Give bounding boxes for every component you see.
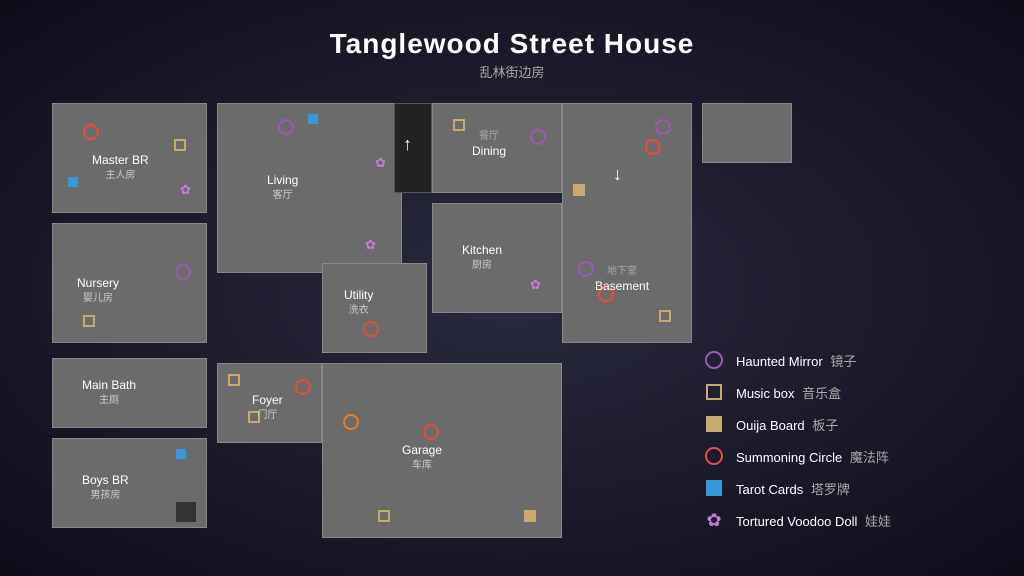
legend-summoning-circle: Summoning Circle 魔法阵: [702, 444, 982, 468]
dark-square-boys: [176, 502, 196, 522]
subtitle: 乱林街边房: [32, 62, 992, 81]
title-area: Tanglewood Street House 乱林街边房: [32, 28, 992, 81]
label-kitchen: Utility Kitchen厨房: [462, 243, 502, 272]
voodoo-icon-living2: ✿: [365, 236, 381, 252]
label-boys-br: Boys BR男孩房: [82, 473, 129, 502]
legend-voodoo-doll: ✿ Tortured Voodoo Doll 娃娃: [702, 508, 982, 532]
legend-tarot-label: Tarot Cards 塔罗牌: [736, 479, 850, 498]
legend-voodoo-icon: ✿: [702, 508, 726, 532]
legend-haunted-mirror-label: Haunted Mirror 镜子: [736, 351, 856, 370]
arrow-up-icon: ↑: [403, 134, 412, 155]
label-master-br: Master BR 主人房: [92, 153, 149, 182]
room-nursery: [52, 223, 207, 343]
label-basement: 地下室 Basement: [595, 263, 649, 294]
room-extra-right: [702, 103, 792, 163]
haunted-mirror-basement-bottom: [578, 261, 594, 277]
label-foyer: Foyer门厅: [252, 393, 283, 422]
summoning-foyer: [295, 379, 311, 395]
map-area: ✿ Master BR 主人房 Nursery 婴儿房: [42, 93, 632, 543]
summoning-basement-top: [645, 139, 661, 155]
legend-music-box-icon: [702, 380, 726, 404]
music-box-foyer: [228, 374, 240, 386]
legend-haunted-mirror: Haunted Mirror 镜子: [702, 348, 982, 372]
orange-left-garage: [343, 414, 359, 430]
legend: Haunted Mirror 镜子 Music box 音乐盒 Ouija Bo…: [702, 348, 982, 540]
ouija-garage: [524, 510, 536, 522]
arrow-down-icon: ↓: [613, 164, 622, 185]
legend-ouija-board: Ouija Board 板子: [702, 412, 982, 436]
legend-music-box-label: Music box 音乐盒: [736, 383, 841, 402]
room-living: ✿ ✿: [217, 103, 402, 273]
music-box-icon-nursery: [83, 315, 95, 327]
summoning-utility: [363, 321, 379, 337]
voodoo-icon-living: ✿: [375, 154, 391, 170]
summoning-garage: [423, 424, 439, 440]
haunted-mirror-living: [278, 119, 294, 135]
legend-ouija-label: Ouija Board 板子: [736, 415, 838, 434]
music-box-dining: [453, 119, 465, 131]
tarot-icon-living: [308, 114, 318, 124]
room-utility: [322, 263, 427, 353]
label-utility: Utility洗衣: [344, 288, 373, 317]
content-box: Tanglewood Street House 乱林街边房 ✿ Master B…: [32, 18, 992, 558]
legend-haunted-mirror-icon: [702, 348, 726, 372]
legend-summoning-icon: [702, 444, 726, 468]
voodoo-icon-master: ✿: [180, 181, 196, 197]
haunted-mirror-dining: [530, 129, 546, 145]
legend-music-box: Music box 音乐盒: [702, 380, 982, 404]
label-nursery: Nursery 婴儿房: [77, 276, 119, 305]
voodoo-icon-kitchen: ✿: [530, 276, 546, 292]
music-box-basement: [659, 310, 671, 322]
room-boys-br: [52, 438, 207, 528]
haunted-mirror-icon-nursery: [175, 264, 191, 280]
tarot-boys: [176, 449, 186, 459]
main-container: Tanglewood Street House 乱林街边房 ✿ Master B…: [0, 0, 1024, 576]
haunted-mirror-basement-top: [655, 119, 671, 135]
label-living: Living 客厅: [267, 173, 298, 202]
ouija-basement: [573, 184, 585, 196]
legend-voodoo-label: Tortured Voodoo Doll 娃娃: [736, 511, 891, 530]
legend-tarot-cards: Tarot Cards 塔罗牌: [702, 476, 982, 500]
legend-summoning-label: Summoning Circle 魔法阵: [736, 447, 889, 466]
page-title: Tanglewood Street House: [32, 28, 992, 60]
music-box-garage1: [378, 510, 390, 522]
summoning-circle-icon: [83, 124, 99, 140]
label-garage: Garage车库: [402, 443, 442, 472]
legend-ouija-icon: [702, 412, 726, 436]
tarot-icon: [68, 177, 78, 187]
label-dining: 餐厅 Dining: [472, 128, 506, 159]
legend-tarot-icon: [702, 476, 726, 500]
staircase: ↑: [394, 103, 432, 193]
music-box-icon: [174, 139, 186, 151]
label-main-bath: Main Bath主厕: [82, 378, 136, 407]
room-basement: ↓: [562, 103, 692, 343]
